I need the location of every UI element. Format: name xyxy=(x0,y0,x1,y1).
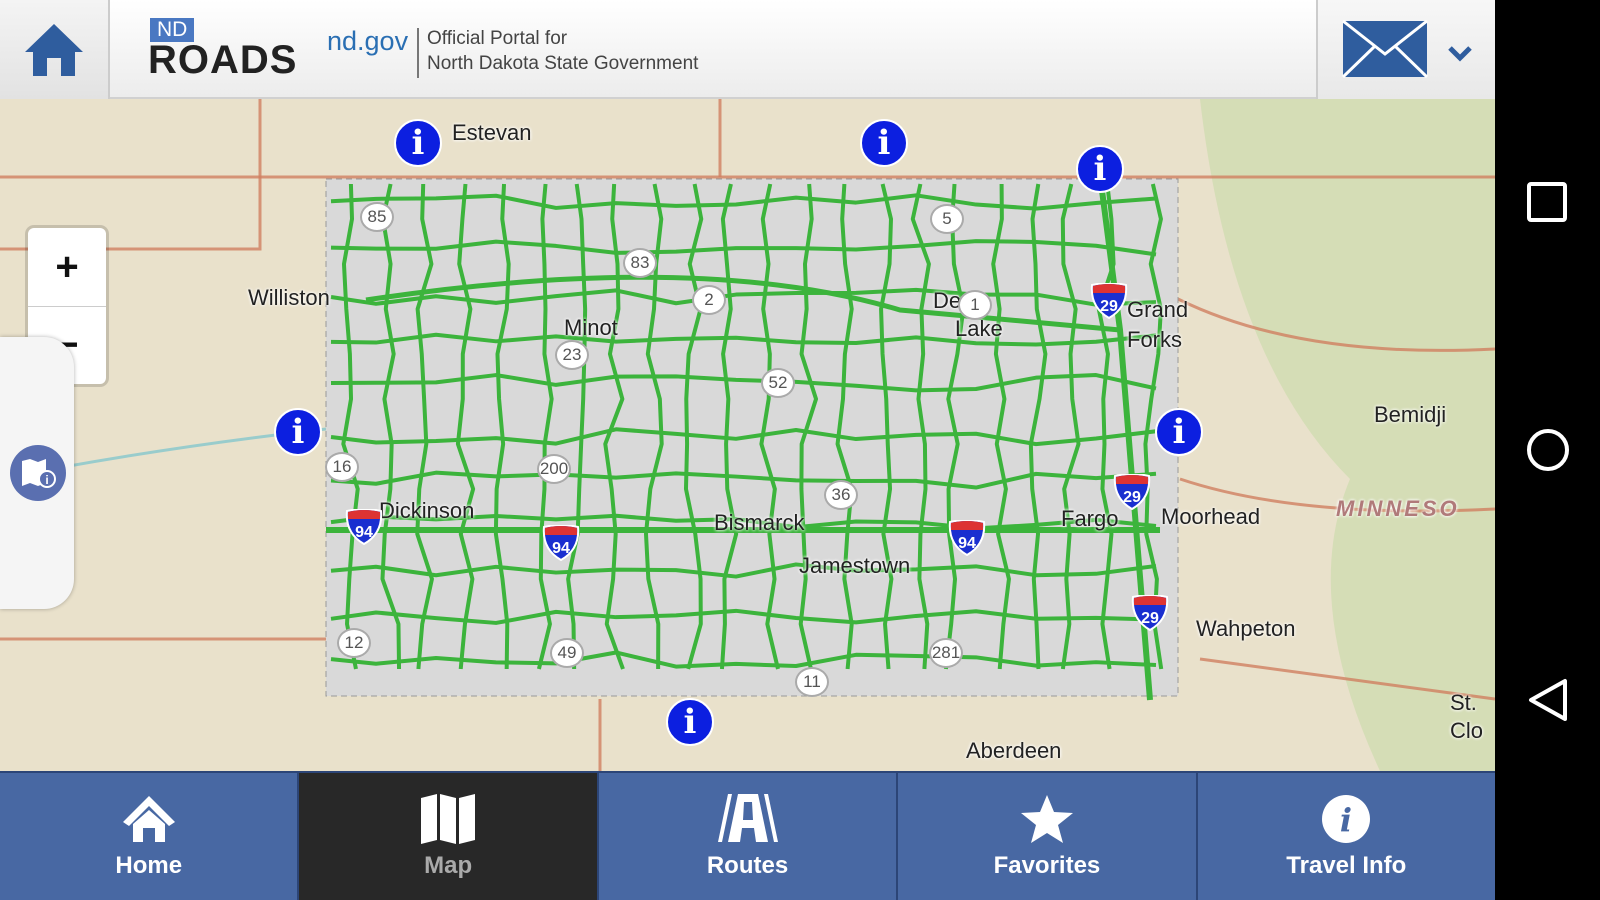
city-label: St. xyxy=(1450,690,1477,715)
svg-text:29: 29 xyxy=(1141,610,1159,627)
svg-text:94: 94 xyxy=(958,535,976,552)
map-icon xyxy=(421,793,476,844)
interstate-shield[interactable]: 94 xyxy=(542,525,580,561)
travel-info-marker[interactable]: i xyxy=(1076,145,1124,193)
recent-apps-button[interactable] xyxy=(1525,180,1569,224)
tab-favorites[interactable]: Favorites xyxy=(898,773,1198,900)
city-label: Williston xyxy=(248,285,330,310)
city-label: Wahpeton xyxy=(1196,616,1296,641)
svg-text:29: 29 xyxy=(1100,298,1118,315)
portal-line-1: Official Portal for xyxy=(427,28,568,49)
portal-line-2: North Dakota State Government xyxy=(427,53,699,74)
tab-home[interactable]: Home xyxy=(0,773,300,900)
travel-info-marker[interactable]: i xyxy=(274,408,322,456)
city-label: De xyxy=(933,288,962,313)
divider xyxy=(417,28,419,78)
interstate-shield[interactable]: 29 xyxy=(1113,474,1151,510)
tab-routes[interactable]: Routes xyxy=(599,773,899,900)
city-label: Bemidji xyxy=(1374,402,1447,427)
travel-info-marker[interactable]: i xyxy=(394,119,442,167)
route-shield[interactable]: 2 xyxy=(692,285,726,315)
home-circle-button[interactable] xyxy=(1525,427,1571,473)
logo-roads: ROADS xyxy=(148,38,298,82)
svg-text:94: 94 xyxy=(552,540,570,557)
ndroads-logo[interactable]: ND ROADS xyxy=(148,16,318,90)
tab-label: Map xyxy=(424,851,473,879)
travel-info-marker[interactable]: i xyxy=(1155,408,1203,456)
tab-map[interactable]: Map xyxy=(299,773,599,900)
mail-menu-button[interactable] xyxy=(1316,0,1495,99)
interstate-shield[interactable]: 94 xyxy=(345,509,383,545)
route-shield[interactable]: 5 xyxy=(930,204,964,234)
route-shield[interactable]: 52 xyxy=(761,368,795,398)
zoom-in-button[interactable]: + xyxy=(28,228,106,306)
route-shield[interactable]: 23 xyxy=(555,340,589,370)
header-home-button[interactable] xyxy=(0,0,110,99)
home-icon xyxy=(122,795,175,842)
tab-label: Travel Info xyxy=(1286,851,1407,879)
interstate-shield[interactable]: 29 xyxy=(1131,595,1169,631)
tab-label: Home xyxy=(115,851,183,879)
svg-text:94: 94 xyxy=(355,524,373,541)
city-label: Moorhead xyxy=(1161,504,1261,529)
mail-icon xyxy=(1342,20,1428,78)
map-view[interactable]: Estevan Williston Minot De Lake Grand Forks Bem… xyxy=(0,99,1495,771)
svg-text:i: i xyxy=(1340,801,1352,839)
map-legend-button[interactable]: i xyxy=(10,445,66,501)
home-icon xyxy=(25,23,83,76)
chevron-down-icon xyxy=(1448,46,1472,62)
city-label: Jamestown xyxy=(799,553,911,578)
map-info-icon: i xyxy=(22,459,56,488)
android-nav-bar xyxy=(1495,0,1600,900)
tab-label: Favorites xyxy=(993,851,1101,879)
road-icon xyxy=(717,793,778,842)
city-label: Minot xyxy=(564,315,618,340)
city-label: Estevan xyxy=(452,120,532,145)
tab-travel-info[interactable]: i Travel Info xyxy=(1198,773,1495,900)
route-shield[interactable]: 36 xyxy=(824,480,858,510)
back-button[interactable] xyxy=(1525,677,1571,723)
app: ND ROADS nd.gov Official Portal for Nort… xyxy=(0,0,1495,900)
side-panel-tab[interactable]: i xyxy=(0,337,74,609)
route-shield[interactable]: 12 xyxy=(337,628,371,658)
route-shield[interactable]: 83 xyxy=(623,248,657,278)
svg-text:29: 29 xyxy=(1123,489,1141,506)
city-label: Grand xyxy=(1127,297,1189,322)
travel-info-marker[interactable]: i xyxy=(860,119,908,167)
city-label: Forks xyxy=(1127,327,1182,352)
route-shield[interactable]: 11 xyxy=(795,667,829,697)
route-shield[interactable]: 1 xyxy=(958,290,992,320)
bottom-nav: Home Map Routes Favorites i Travel Info xyxy=(0,771,1495,900)
ndgov-link[interactable]: nd.gov xyxy=(327,26,408,57)
route-shield[interactable]: 85 xyxy=(360,202,394,232)
city-label: Dickinson xyxy=(379,498,475,523)
city-label: Aberdeen xyxy=(966,738,1062,763)
header: ND ROADS nd.gov Official Portal for Nort… xyxy=(0,0,1495,99)
route-shield[interactable]: 16 xyxy=(325,452,359,482)
info-icon: i xyxy=(1322,794,1371,843)
interstate-shield[interactable]: 94 xyxy=(948,520,986,556)
city-label: Clo xyxy=(1450,718,1484,743)
tab-label: Routes xyxy=(706,851,789,879)
route-shield[interactable]: 200 xyxy=(537,454,571,484)
map-canvas[interactable] xyxy=(0,99,1495,771)
star-icon xyxy=(1020,794,1073,843)
svg-text:i: i xyxy=(45,473,48,487)
route-shield[interactable]: 281 xyxy=(929,638,963,668)
travel-info-marker[interactable]: i xyxy=(666,698,714,746)
city-label: MINNESO xyxy=(1336,496,1460,521)
portal-text: Official Portal for North Dakota State G… xyxy=(427,26,698,76)
city-label: Bismarck xyxy=(714,510,805,535)
city-label: Lake xyxy=(955,316,1003,341)
city-label: Fargo xyxy=(1061,506,1119,531)
interstate-shield[interactable]: 29 xyxy=(1090,283,1128,319)
route-shield[interactable]: 49 xyxy=(550,638,584,668)
